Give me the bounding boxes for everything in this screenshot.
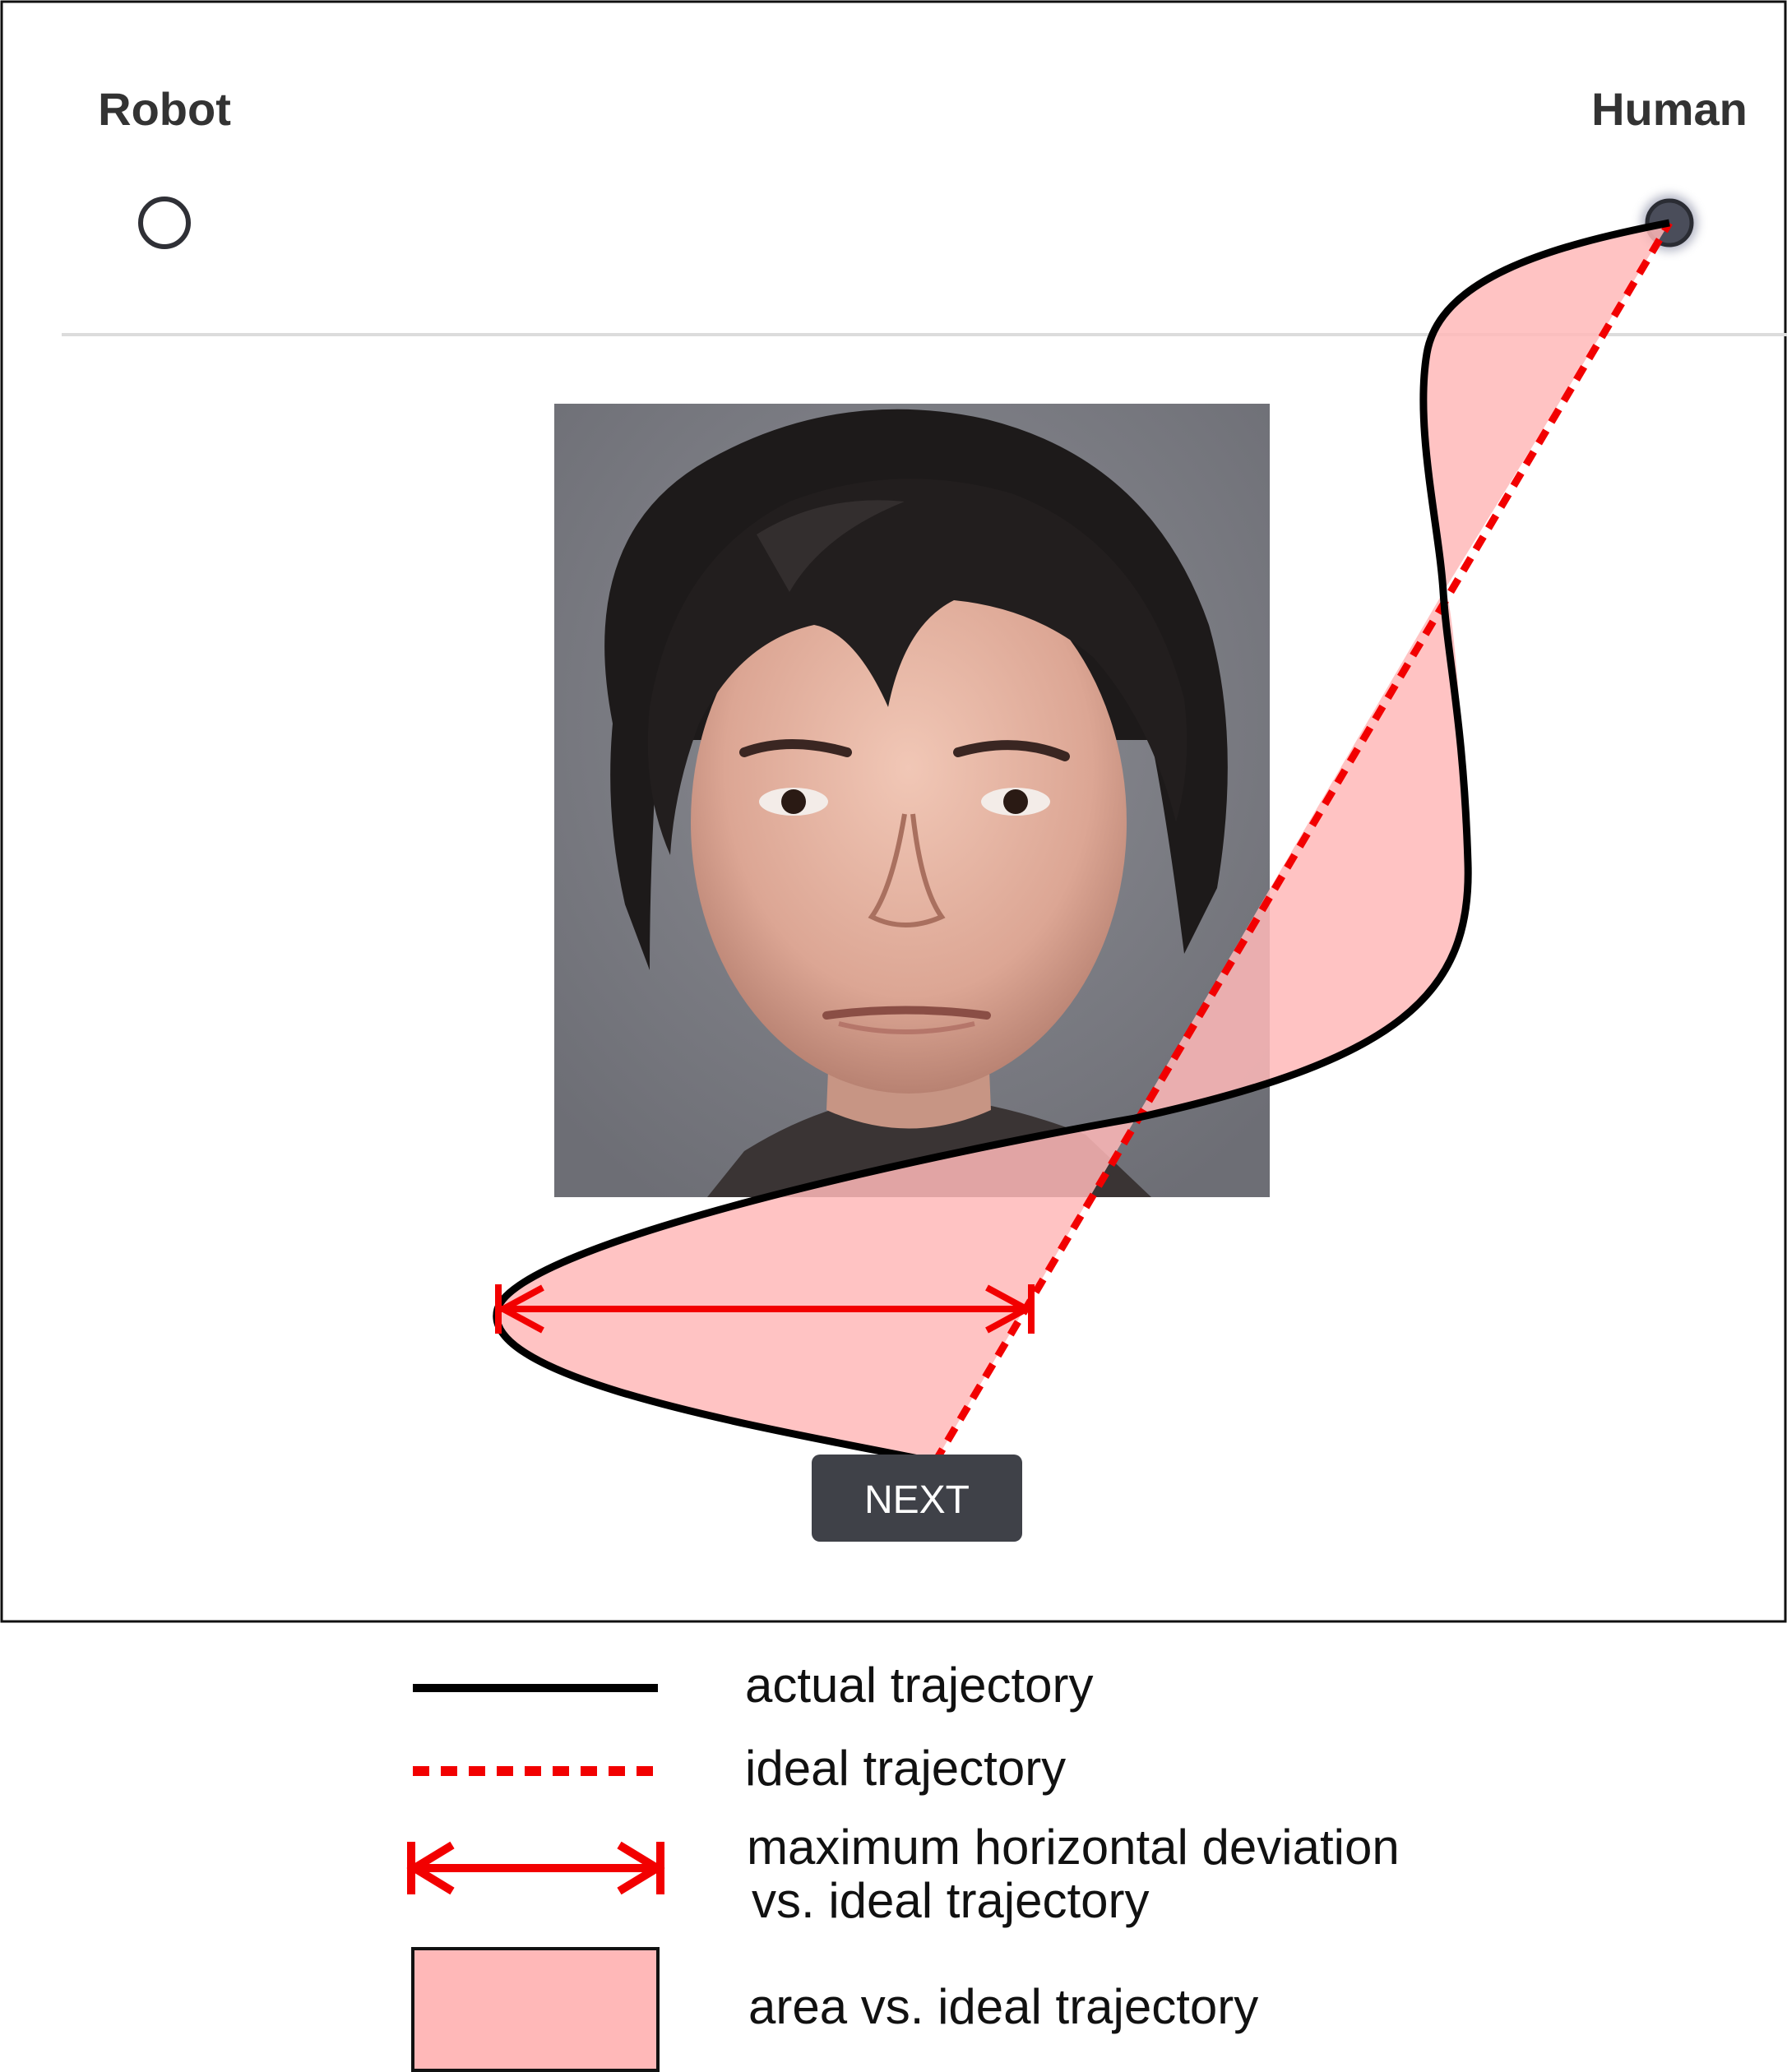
legend: actual trajectory ideal trajectory maxim… [406, 1658, 1400, 2072]
robot-label: Robot [98, 83, 231, 135]
robot-radio[interactable] [138, 197, 191, 249]
legend-deviation-label-1: maximum horizontal deviation [747, 1820, 1400, 1875]
next-button-label: NEXT [864, 1478, 970, 1522]
legend-deviation-label-2: vs. ideal trajectory [752, 1873, 1150, 1928]
legend-deviation-swatch [406, 1841, 665, 1895]
trajectory-figure: Robot Human NEXT actual trajectory ideal… [0, 0, 1787, 2072]
legend-ideal-label: ideal trajectory [745, 1741, 1066, 1796]
legend-area-swatch [411, 1947, 660, 2072]
next-button[interactable]: NEXT [812, 1455, 1022, 1542]
human-label: Human [1591, 83, 1748, 135]
legend-actual-label: actual trajectory [745, 1658, 1094, 1713]
legend-area-label: area vs. ideal trajectory [748, 1979, 1258, 2034]
